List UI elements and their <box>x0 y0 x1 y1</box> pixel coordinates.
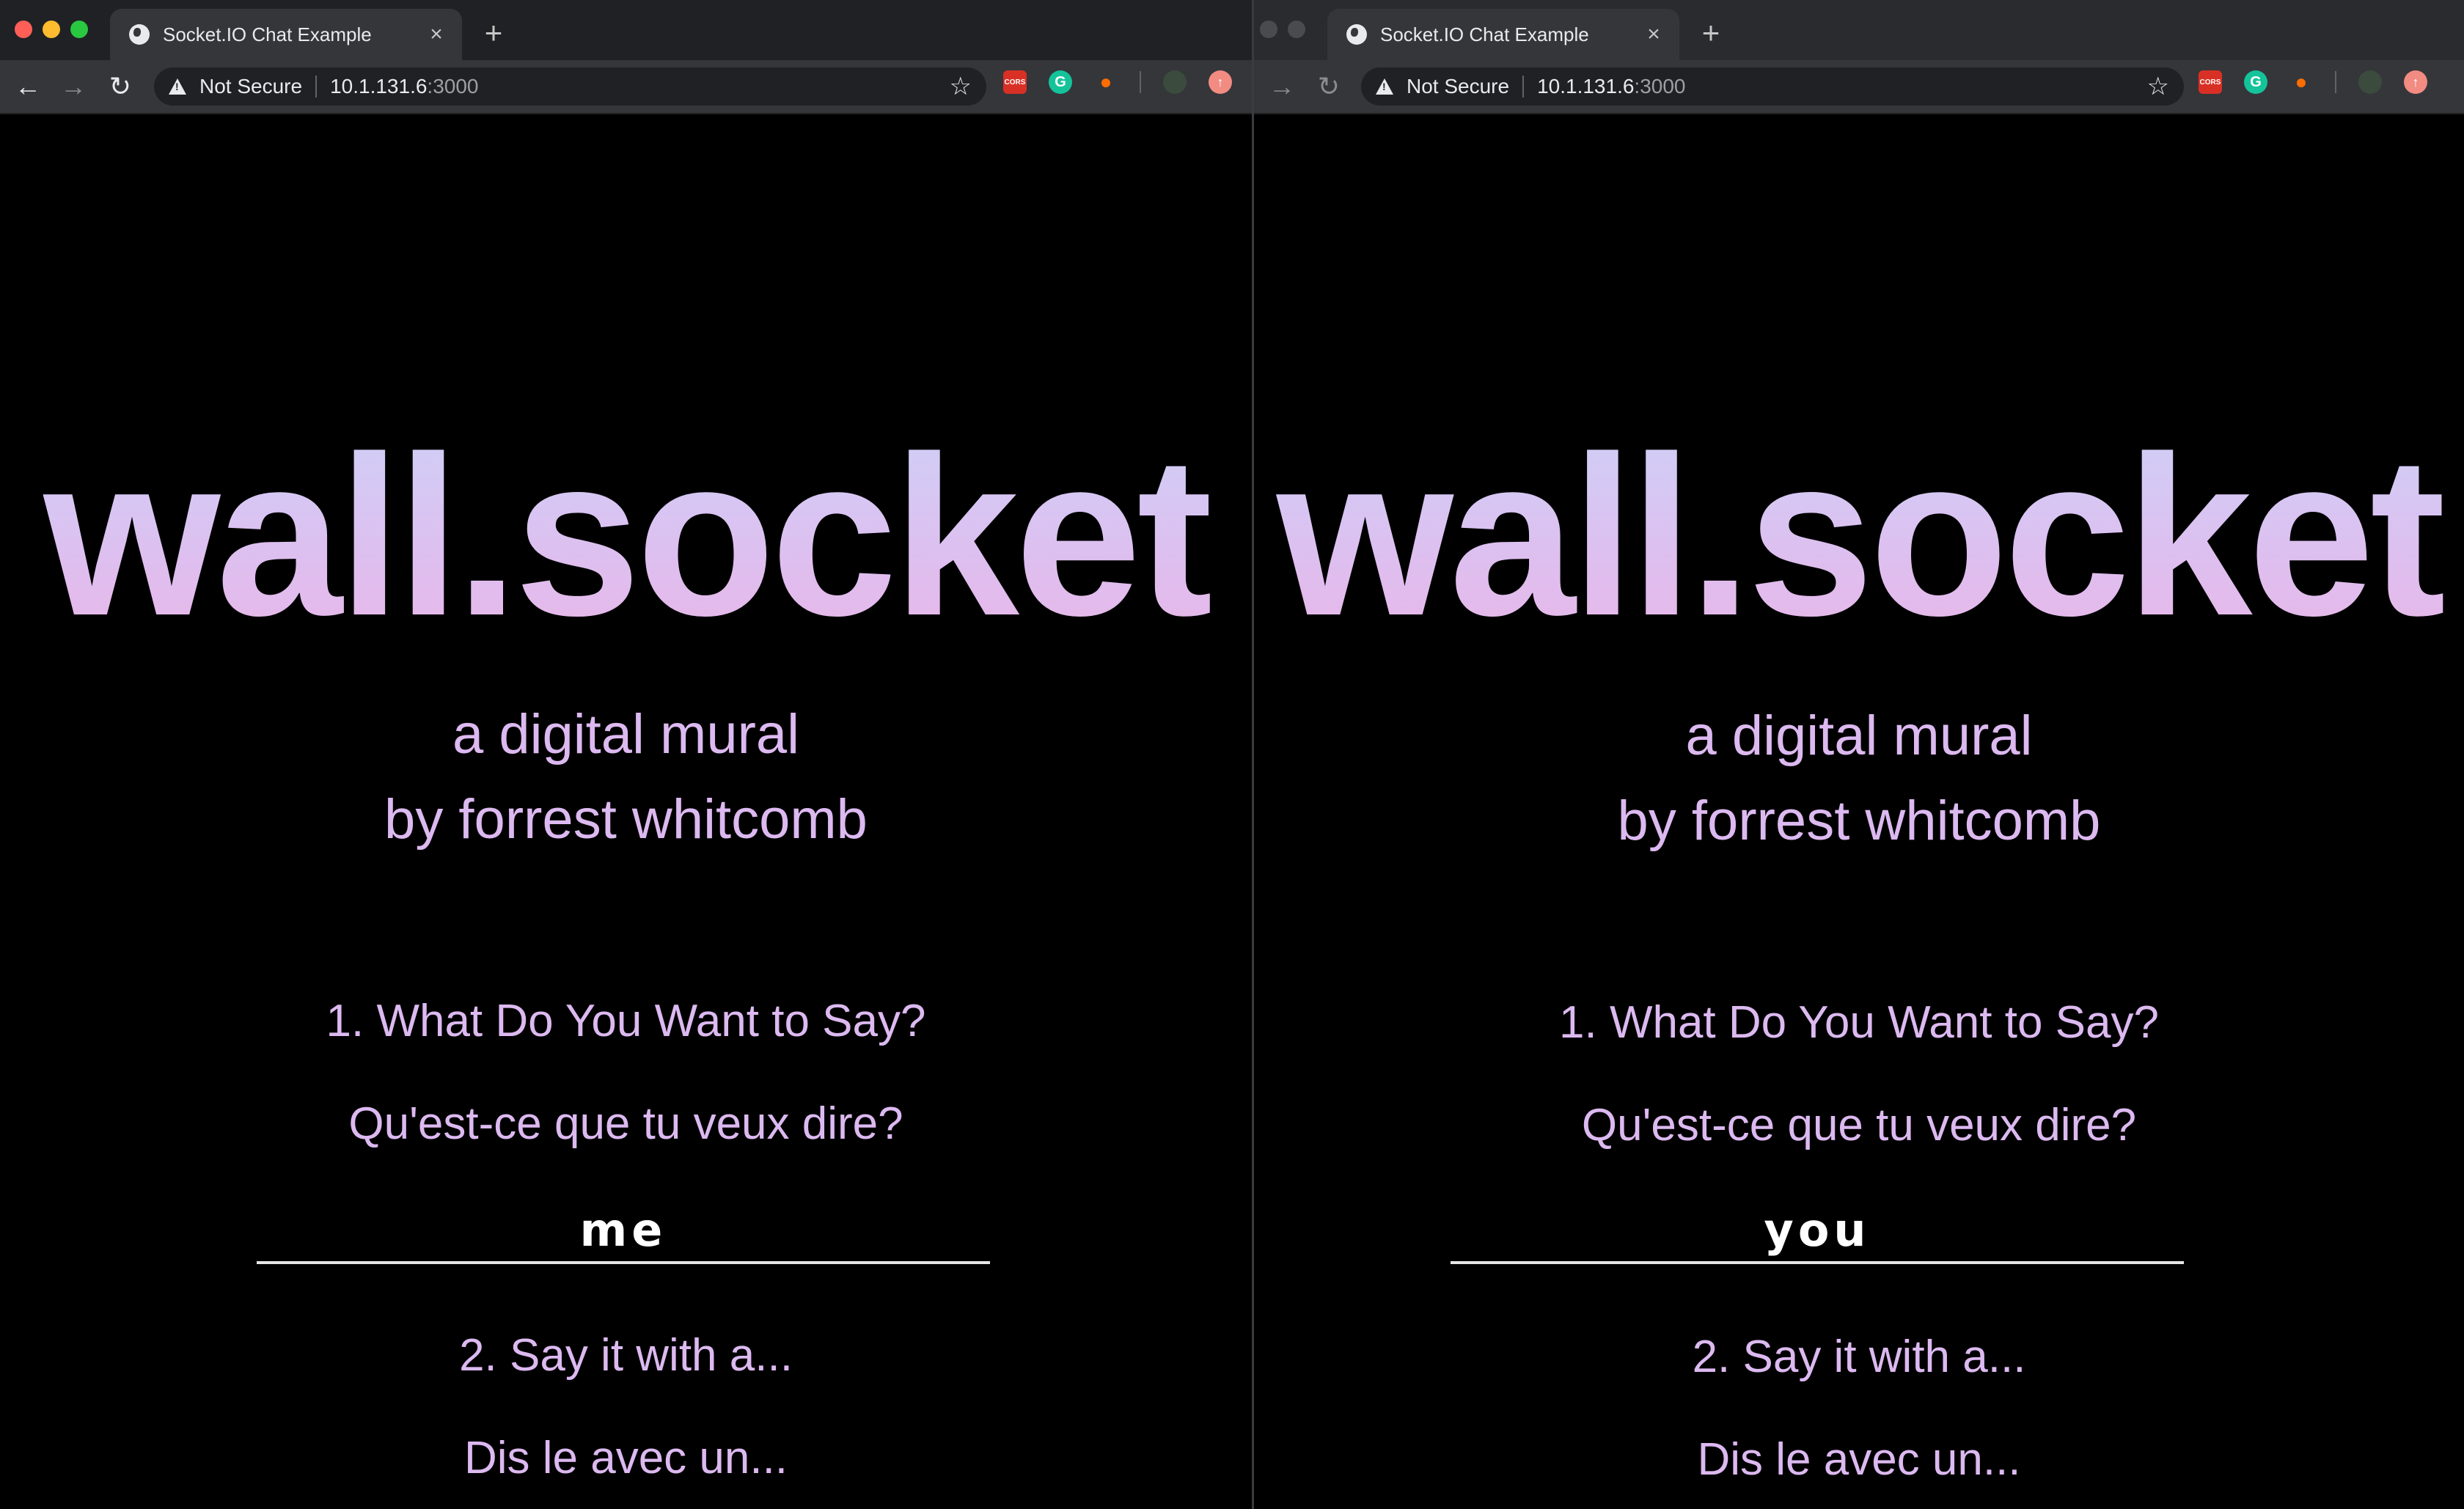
tab-socketio-chat[interactable]: Socket.IO Chat Example × <box>1327 9 1679 60</box>
star-icon[interactable]: ☆ <box>2147 72 2169 101</box>
message-field-wrapper <box>257 1198 990 1264</box>
question-2-french: Dis le avec un... <box>463 1433 788 1483</box>
new-tab-button[interactable]: + <box>1693 15 1729 51</box>
warning-icon <box>1376 78 1393 95</box>
profile-avatar-icon[interactable] <box>2358 70 2382 94</box>
question-2-french: Dis le avec un... <box>1697 1434 2021 1485</box>
tab-strip: Socket.IO Chat Example × + <box>1254 0 2464 60</box>
upload-extension-icon[interactable]: ↑ <box>2404 70 2427 94</box>
reload-icon[interactable]: ↻ <box>104 70 136 103</box>
question-1-french: Qu'est-ce que tu veux dire? <box>1581 1100 2137 1150</box>
fire-extension-icon[interactable]: ● <box>1094 70 1118 94</box>
new-tab-button[interactable]: + <box>475 15 512 51</box>
site-logo: wall.socket <box>1254 422 2464 650</box>
browser-toolbar: ← → ↻ Not Secure 10.1.131.6 :3000 ☆ CORS… <box>0 60 1252 114</box>
address-bar[interactable]: Not Secure 10.1.131.6 :3000 ☆ <box>1361 67 2184 106</box>
divider <box>1522 76 1525 98</box>
divider <box>1140 71 1141 93</box>
message-input[interactable] <box>257 1198 990 1261</box>
maximize-window-button[interactable] <box>70 21 88 38</box>
globe-icon <box>1346 24 1367 45</box>
close-window-button[interactable] <box>1260 21 1277 38</box>
message-input[interactable] <box>1451 1198 2184 1261</box>
profile-avatar-icon[interactable] <box>1163 70 1187 94</box>
subtitle-line-2: by forrest whitcomb <box>384 788 868 851</box>
subtitle-line-2: by forrest whitcomb <box>1617 790 2101 852</box>
tab-title: Socket.IO Chat Example <box>163 23 372 45</box>
window-controls <box>15 21 88 38</box>
cors-extension-icon[interactable]: CORS <box>2199 70 2222 94</box>
fire-extension-icon[interactable]: ● <box>2289 70 2313 94</box>
star-icon[interactable]: ☆ <box>950 72 972 101</box>
forward-arrow-icon[interactable]: → <box>57 70 89 103</box>
browser-window-left: Socket.IO Chat Example × + ← → ↻ Not Sec… <box>0 0 1254 1509</box>
warning-icon <box>169 78 186 95</box>
divider <box>315 76 318 98</box>
question-1-english: 1. What Do You Want to Say? <box>326 996 926 1046</box>
url-host: 10.1.131.6 <box>330 75 428 98</box>
question-2-english: 2. Say it with a... <box>1692 1332 2026 1382</box>
security-label[interactable]: Not Secure <box>199 75 302 98</box>
url-host: 10.1.131.6 <box>1537 75 1635 98</box>
grammarly-extension-icon[interactable]: G <box>2244 70 2267 94</box>
page-content: wall.socket a digital mural by forrest w… <box>1254 114 2464 1509</box>
divider <box>2335 71 2336 93</box>
question-1-english: 1. What Do You Want to Say? <box>1559 997 2159 1048</box>
extensions-bar: CORS G ● ↑ <box>2199 70 2427 94</box>
back-arrow-icon[interactable]: ← <box>12 70 44 103</box>
tab-socketio-chat[interactable]: Socket.IO Chat Example × <box>110 9 462 60</box>
question-1-french: Qu'est-ce que tu veux dire? <box>348 1098 903 1149</box>
window-controls <box>1260 21 1305 38</box>
message-field-wrapper <box>1451 1198 2184 1264</box>
globe-icon <box>129 24 150 45</box>
grammarly-extension-icon[interactable]: G <box>1049 70 1072 94</box>
reload-icon[interactable]: ↻ <box>1313 70 1345 103</box>
tab-title: Socket.IO Chat Example <box>1380 23 1589 45</box>
subtitle-line-1: a digital mural <box>452 703 800 765</box>
screen: Socket.IO Chat Example × + ← → ↻ Not Sec… <box>0 0 2464 1509</box>
browser-window-right: Socket.IO Chat Example × + → ↻ Not Secur… <box>1254 0 2464 1509</box>
tab-strip: Socket.IO Chat Example × + <box>0 0 1252 60</box>
site-logo: wall.socket <box>0 422 1252 650</box>
upload-extension-icon[interactable]: ↑ <box>1209 70 1232 94</box>
cors-extension-icon[interactable]: CORS <box>1003 70 1027 94</box>
forward-arrow-icon[interactable]: → <box>1266 70 1298 103</box>
browser-toolbar: → ↻ Not Secure 10.1.131.6 :3000 ☆ CORS G… <box>1254 60 2464 114</box>
close-icon[interactable]: × <box>425 22 447 47</box>
security-label[interactable]: Not Secure <box>1407 75 1509 98</box>
address-bar[interactable]: Not Secure 10.1.131.6 :3000 ☆ <box>154 67 986 106</box>
question-2-english: 2. Say it with a... <box>459 1330 793 1381</box>
close-window-button[interactable] <box>15 21 32 38</box>
url-port: :3000 <box>1634 75 1686 98</box>
extensions-bar: CORS G ● ↑ <box>1003 70 1232 94</box>
subtitle-line-1: a digital mural <box>1685 705 2033 767</box>
minimize-window-button[interactable] <box>1288 21 1305 38</box>
minimize-window-button[interactable] <box>43 21 60 38</box>
page-content: wall.socket a digital mural by forrest w… <box>0 114 1252 1509</box>
close-icon[interactable]: × <box>1643 22 1665 47</box>
url-port: :3000 <box>427 75 479 98</box>
